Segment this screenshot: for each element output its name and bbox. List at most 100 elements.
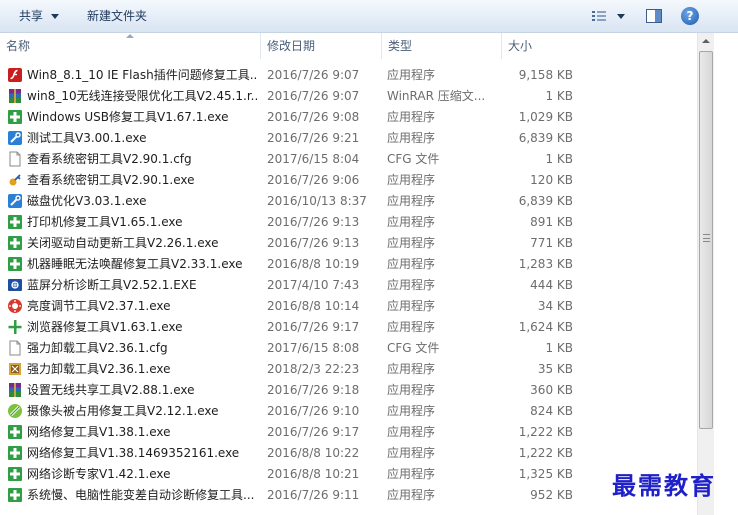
file-size: 1 KB [545,89,573,103]
bluescreen-icon [8,279,22,291]
file-date: 2016/7/26 9:18 [267,383,360,397]
file-type: 应用程序 [387,68,436,82]
file-row[interactable]: 测试工具V3.00.1.exe 2016/7/26 9:21 应用程序 6,839 K… [0,128,714,149]
green-cross-icon [8,425,22,439]
file-type: 应用程序 [387,131,436,145]
plus-icon [8,320,22,334]
file-type: 应用程序 [387,320,436,334]
file-size: 34 KB [537,299,573,313]
file-size: 1,222 KB [518,446,573,460]
file-name: 测试工具V3.00.1.exe [27,131,147,145]
column-header-size[interactable]: 大小 [501,33,581,59]
green-cross-icon [8,446,22,460]
file-row[interactable]: 查看系统密钥工具V2.90.1.cfg 2017/6/15 8:04 CFG 文件 1… [0,149,714,170]
file-date: 2016/7/26 9:08 [267,110,360,124]
watermark-text: 最需教育 [612,471,716,500]
file-row[interactable]: 网络修复工具V1.38.1.exe 2016/7/26 9:17 应用程序 1,222… [0,422,714,443]
tools-icon [8,194,22,208]
file-row[interactable]: 亮度调节工具V2.37.1.exe 2016/8/8 10:14 应用程序 34 KB [0,296,714,317]
file-date: 2016/7/26 9:21 [267,131,360,145]
file-list: Win8_8.1_10 IE Flash插件问题修复工具... 2016/7/26… [0,65,714,506]
chevron-down-icon [51,14,60,19]
green-cross-icon [8,110,22,124]
file-date: 2016/7/26 9:17 [267,425,360,439]
file-date: 2016/8/8 10:22 [267,446,360,460]
file-row[interactable]: win8_10无线连接受限优化工具V2.45.1.r... 2016/7/26 9… [0,86,714,107]
file-type: WinRAR 压缩文... [387,89,486,103]
file-row[interactable]: 强力卸载工具V2.36.1.exe 2018/2/3 22:23 应用程序 35 KB [0,359,714,380]
file-name: 系统慢、电脑性能变差自动诊断修复工具... [27,488,255,502]
file-size: 35 KB [537,362,573,376]
file-date: 2016/10/13 8:37 [267,194,367,208]
preview-pane-icon[interactable] [646,8,662,24]
file-name: 查看系统密钥工具V2.90.1.exe [27,173,195,187]
winrar-icon [9,89,21,103]
file-row[interactable]: Win8_8.1_10 IE Flash插件问题修复工具... 2016/7/26… [0,65,714,86]
file-type: 应用程序 [387,173,436,187]
file-size: 1,029 KB [518,110,573,124]
column-header-type[interactable]: 类型 [381,33,501,59]
file-row[interactable]: 关闭驱动自动更新工具V2.26.1.exe 2016/7/26 9:13 应用程序 7… [0,233,714,254]
file-date: 2016/7/26 9:07 [267,68,360,82]
file-row[interactable]: 摄像头被占用修复工具V2.12.1.exe 2016/7/26 9:10 应用程序 8… [0,401,714,422]
file-date: 2016/8/8 10:14 [267,299,360,313]
file-size: 1,325 KB [518,467,573,481]
file-row[interactable]: 蓝屏分析诊断工具V2.52.1.EXE 2017/4/10 7:43 应用程序 444… [0,275,714,296]
file-date: 2016/7/26 9:10 [267,404,360,418]
help-icon[interactable]: ? [681,7,699,25]
file-type: 应用程序 [387,425,436,439]
file-size: 120 KB [530,173,573,187]
camera-icon [8,404,22,418]
grip-icon [703,234,710,242]
file-row[interactable]: 浏览器修复工具V1.63.1.exe 2016/7/26 9:17 应用程序 1,62… [0,317,714,338]
file-type: 应用程序 [387,488,436,502]
file-row[interactable]: 网络诊断专家V1.42.1.exe 2016/8/8 10:21 应用程序 1,325… [0,464,714,485]
file-row[interactable]: 网络修复工具V1.38.1469352161.exe 2016/8/8 10:22… [0,443,714,464]
file-size: 1 KB [545,152,573,166]
file-type: 应用程序 [387,467,436,481]
share-button[interactable]: 共享 [19,0,60,33]
command-bar: 共享 新建文件夹 ? [0,0,738,33]
column-header-name[interactable]: 名称 [6,33,30,59]
uninstall-icon [9,363,21,375]
file-name: 网络修复工具V1.38.1469352161.exe [27,446,240,460]
file-name: 强力卸载工具V2.36.1.exe [27,362,171,376]
file-row[interactable]: 查看系统密钥工具V2.90.1.exe 2016/7/26 9:06 应用程序 120… [0,170,714,191]
file-row[interactable]: 机器睡眠无法唤醒修复工具V2.33.1.exe 2016/8/8 10:19 应用程… [0,254,714,275]
file-size: 771 KB [530,236,573,250]
file-size: 1 KB [545,341,573,355]
file-name: 查看系统密钥工具V2.90.1.cfg [27,152,192,166]
file-type: 应用程序 [387,362,436,376]
file-row[interactable]: Windows USB修复工具V1.67.1.exe 2016/7/26 9:08… [0,107,714,128]
file-type: CFG 文件 [387,152,440,166]
green-cross-icon [8,257,22,271]
column-header-row: 名称 修改日期 类型 大小 [0,33,714,59]
file-row[interactable]: 打印机修复工具V1.65.1.exe 2016/7/26 9:13 应用程序 891 … [0,212,714,233]
file-row[interactable]: 系统慢、电脑性能变差自动诊断修复工具... 2016/7/26 9:11 应用程序 9… [0,485,714,506]
scroll-thumb[interactable] [699,51,713,429]
vertical-scrollbar[interactable] [697,33,714,515]
new-folder-button[interactable]: 新建文件夹 [87,0,147,33]
document-icon [9,151,21,167]
green-cross-icon [8,236,22,250]
file-size: 952 KB [530,488,573,502]
file-row[interactable]: 强力卸载工具V2.36.1.cfg 2017/6/15 8:08 CFG 文件 1 K… [0,338,714,359]
column-header-date[interactable]: 修改日期 [260,33,381,59]
file-row[interactable]: 磁盘优化V3.03.1.exe 2016/10/13 8:37 应用程序 6,839 … [0,191,714,212]
file-name: 打印机修复工具V1.65.1.exe [27,215,183,229]
document-icon [9,340,21,356]
file-date: 2017/6/15 8:08 [267,341,360,355]
file-name: Win8_8.1_10 IE Flash插件问题修复工具... [27,68,257,82]
file-date: 2016/7/26 9:11 [267,488,360,502]
file-name: 强力卸载工具V2.36.1.cfg [27,341,168,355]
views-icon[interactable] [591,8,607,24]
file-type: 应用程序 [387,257,436,271]
views-dropdown-icon[interactable] [617,14,625,19]
file-type: 应用程序 [387,446,436,460]
winrar-icon [9,383,21,397]
file-date: 2016/7/26 9:07 [267,89,360,103]
scroll-up-button[interactable] [698,33,714,50]
file-type: 应用程序 [387,404,436,418]
file-row[interactable]: 设置无线共享工具V2.88.1.exe 2016/7/26 9:18 应用程序 360… [0,380,714,401]
green-cross-icon [8,215,22,229]
